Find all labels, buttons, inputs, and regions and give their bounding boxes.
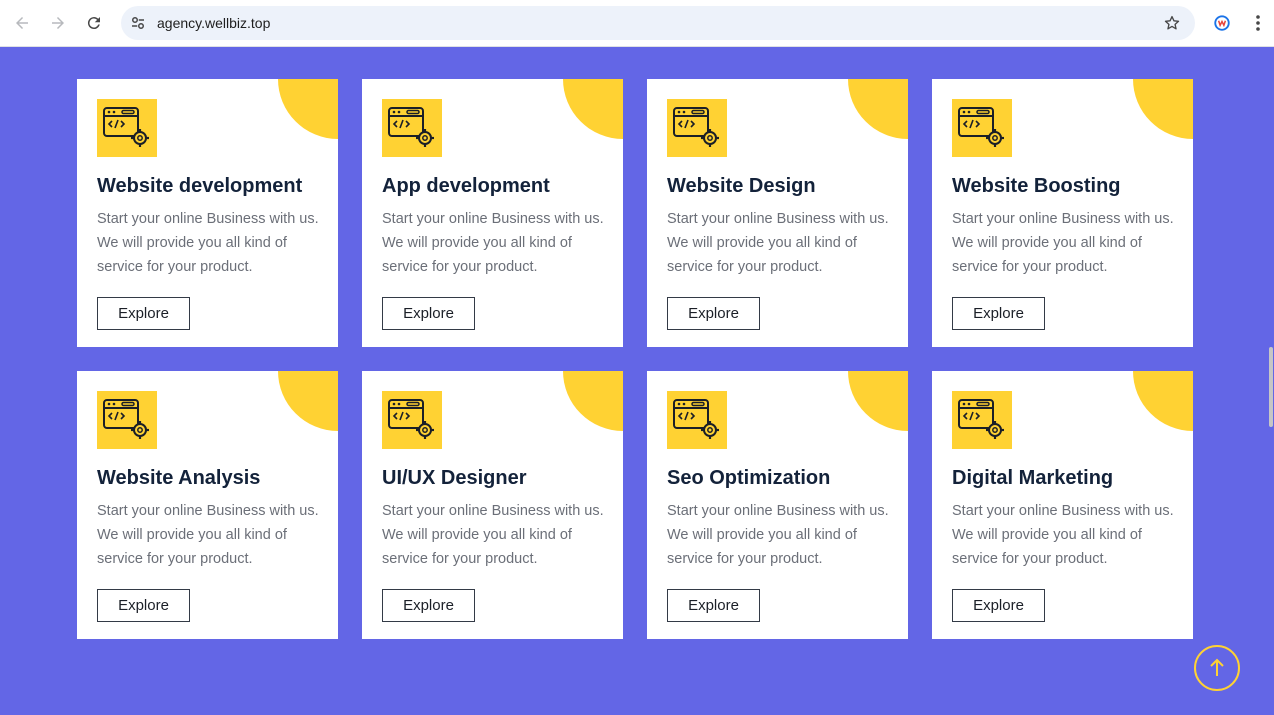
card-title: App development <box>382 175 550 197</box>
arrow-right-icon <box>52 17 64 29</box>
service-card: Seo Optimization Start your online Busin… <box>647 371 908 639</box>
decorative-circle <box>848 371 908 431</box>
url-text[interactable]: agency.wellbiz.top <box>157 15 270 31</box>
decorative-circle <box>1133 79 1193 139</box>
explore-button[interactable]: Explore <box>667 589 760 622</box>
decorative-circle <box>563 371 623 431</box>
service-card: Website Analysis Start your online Busin… <box>77 371 338 639</box>
card-title: Website development <box>97 175 303 197</box>
card-description: Start your online Business with us. We w… <box>667 503 889 567</box>
card-description: Start your online Business with us. We w… <box>952 503 1174 567</box>
explore-button[interactable]: Explore <box>667 297 760 330</box>
star-icon[interactable] <box>1163 14 1181 32</box>
arrow-up-icon <box>1210 658 1224 676</box>
explore-button[interactable]: Explore <box>952 589 1045 622</box>
card-description: Start your online Business with us. We w… <box>952 211 1174 275</box>
scroll-thumb[interactable] <box>1269 347 1273 427</box>
service-card: Digital Marketing Start your online Busi… <box>932 371 1193 639</box>
extension-icon[interactable] <box>1213 14 1231 32</box>
card-title: UI/UX Designer <box>382 467 527 489</box>
reload-icon <box>87 17 100 30</box>
code-settings-icon <box>952 391 1012 449</box>
back-button[interactable] <box>8 9 36 37</box>
card-title: Website Design <box>667 175 816 197</box>
service-card: App development Start your online Busine… <box>362 79 623 347</box>
service-card: Website Design Start your online Busines… <box>647 79 908 347</box>
code-settings-icon <box>382 391 442 449</box>
service-card: Website Boosting Start your online Busin… <box>932 79 1193 347</box>
scroll-to-top-button[interactable] <box>1194 645 1240 691</box>
explore-button[interactable]: Explore <box>97 589 190 622</box>
card-description: Start your online Business with us. We w… <box>382 211 604 275</box>
explore-button[interactable]: Explore <box>382 297 475 330</box>
card-title: Seo Optimization <box>667 467 831 489</box>
service-card: UI/UX Designer Start your online Busines… <box>362 371 623 639</box>
card-description: Start your online Business with us. We w… <box>97 211 319 275</box>
decorative-circle <box>563 79 623 139</box>
code-settings-icon <box>382 99 442 157</box>
card-title: Website Analysis <box>97 467 261 489</box>
explore-button[interactable]: Explore <box>382 589 475 622</box>
decorative-circle <box>1133 371 1193 431</box>
explore-button[interactable]: Explore <box>952 297 1045 330</box>
forward-button[interactable] <box>44 9 72 37</box>
card-title: Digital Marketing <box>952 467 1114 489</box>
decorative-circle <box>278 79 338 139</box>
code-settings-icon <box>97 99 157 157</box>
decorative-circle <box>848 79 908 139</box>
card-description: Start your online Business with us. We w… <box>97 503 319 567</box>
browser-toolbar: agency.wellbiz.top <box>0 0 1274 47</box>
address-bar[interactable]: agency.wellbiz.top <box>121 6 1195 40</box>
service-card: Website development Start your online Bu… <box>77 79 338 347</box>
page-scrollbar[interactable] <box>1268 47 1274 715</box>
code-settings-icon <box>952 99 1012 157</box>
decorative-circle <box>278 371 338 431</box>
reload-button[interactable] <box>80 9 108 37</box>
tune-icon[interactable] <box>129 14 147 32</box>
more-vert-icon[interactable] <box>1250 13 1266 33</box>
explore-button[interactable]: Explore <box>97 297 190 330</box>
code-settings-icon <box>667 391 727 449</box>
code-settings-icon <box>667 99 727 157</box>
code-settings-icon <box>97 391 157 449</box>
card-title: Website Boosting <box>952 175 1121 197</box>
arrow-left-icon <box>16 17 28 29</box>
card-description: Start your online Business with us. We w… <box>667 211 889 275</box>
card-description: Start your online Business with us. We w… <box>382 503 604 567</box>
